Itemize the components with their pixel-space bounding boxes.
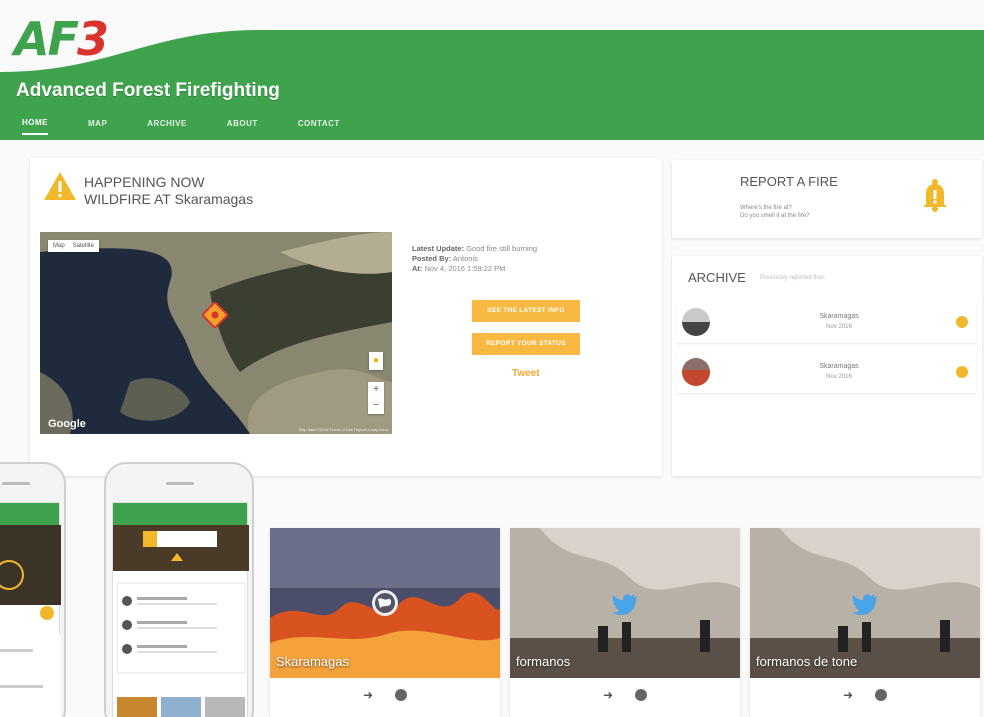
zoom-in-icon[interactable]: + [368,382,384,398]
phone-screen [112,502,249,717]
arrow-right-icon[interactable]: ➜ [363,688,373,702]
tile-label: Skaramagas [276,654,349,669]
phone-mockup-left [0,462,66,717]
archive-card: ARCHIVE Previously reported fires Skaram… [672,256,982,476]
latest-update-row: Latest Update: Good fire still burning [412,244,537,254]
nav-contact[interactable]: CONTACT [298,113,340,134]
posted-by-label: Posted By: [412,254,452,263]
nav-home[interactable]: HOME [22,112,48,135]
info-icon[interactable] [875,689,888,701]
tweet-link[interactable]: Tweet [512,368,540,379]
report-fire-title: REPORT A FIRE [740,174,838,189]
bell-icon[interactable] [920,178,950,214]
archive-thumbnail [682,308,710,336]
tile-actions: ➜ [270,688,500,702]
main-nav: HOME MAP ARCHIVE ABOUT CONTACT [22,110,380,136]
info-icon[interactable] [956,316,968,328]
phone-app-bar [113,503,247,525]
happening-now-card: HAPPENING NOW WILDFIRE AT Skaramagas Map… [30,158,662,476]
report-fire-sub2: Do you smell it at the fire? [740,213,810,219]
posted-by-row: Posted By: Antonis [412,254,537,264]
happening-now-line1: HAPPENING NOW [84,174,205,190]
happening-now-line2: WILDFIRE AT Skaramagas [84,191,254,207]
logo-af: AF [14,12,79,66]
street-view-icon[interactable]: ● [369,352,383,370]
latest-info-button[interactable]: See the latest info [472,300,580,322]
latest-update-label: Latest Update: [412,244,465,253]
twitter-icon [612,594,637,615]
info-icon[interactable] [956,366,968,378]
map-footer[interactable]: Map data ©2016 Terms of Use Report a map… [299,427,388,432]
phone-screen [0,502,61,717]
archive-item-text: Skaramagas Nov 2016 [774,362,904,382]
archive-thumb-image [682,308,710,336]
archive-thumbnail [682,358,710,386]
nav-about[interactable]: ABOUT [227,113,258,134]
posted-by-value: Antonis [452,254,478,263]
fire-location-icon[interactable] [202,302,228,328]
report-status-button[interactable]: Report your status [472,333,580,355]
media-tile[interactable]: formanos de tone ➜ [750,528,980,717]
phone-app-image [113,525,249,717]
zoom-out-icon[interactable]: − [368,398,384,414]
archive-item[interactable]: Skaramagas Nov 2016 [678,350,976,394]
header: AF3 Advanced Forest Firefighting HOME MA… [0,0,984,140]
map-type-toggle[interactable]: Map Satellite [48,240,100,252]
media-tile[interactable]: formanos ➜ [510,528,740,717]
phone-mockup-right [104,462,254,717]
info-icon[interactable] [635,689,648,701]
archive-item-place: Skaramagas [819,363,859,370]
archive-thumb-image [682,358,710,386]
report-fire-card[interactable]: REPORT A FIRE Where's the fire at? Do yo… [672,160,982,238]
tile-label: formanos [516,654,571,669]
tile-label: formanos de tone [756,654,858,669]
archive-subtitle: Previously reported fires [760,275,825,281]
map-toggle-satellite[interactable]: Satellite [73,243,94,249]
tile-actions: ➜ [750,688,980,702]
nav-archive[interactable]: ARCHIVE [147,113,187,134]
page: AF3 Advanced Forest Firefighting HOME MA… [0,0,984,717]
arrow-right-icon[interactable]: ➜ [603,688,613,702]
posted-at-value: Nov 4, 2016 1:59:22 PM [424,264,506,273]
site-title: Advanced Forest Firefighting [16,80,280,101]
archive-title: ARCHIVE [688,270,746,285]
info-icon[interactable] [395,689,408,701]
phone-speaker [2,482,30,485]
warning-icon [44,172,76,200]
latest-update-value: Good fire still burning [466,244,538,253]
phone-speaker [166,482,194,485]
phone-map-image [0,525,61,717]
update-info: Latest Update: Good fire still burning P… [412,244,537,274]
report-fire-sub1: Where's the fire at? [740,205,792,211]
logo[interactable]: AF3 [14,12,109,66]
map-toggle-map[interactable]: Map [53,243,65,249]
logo-3: 3 [77,12,109,66]
tile-actions: ➜ [510,688,740,702]
zoom-control: + − [368,382,384,414]
satellite-map-image [40,232,392,434]
phone-app-bar [0,503,59,525]
archive-item-text: Skaramagas Nov 2016 [774,312,904,332]
happening-now-text: HAPPENING NOW WILDFIRE AT Skaramagas [84,174,253,208]
posted-at-label: At: [412,264,423,273]
archive-item-place: Skaramagas [819,313,859,320]
google-logo: Google [48,418,86,430]
posted-at-row: At: Nov 4, 2016 1:59:22 PM [412,264,537,274]
report-fire-subtitle: Where's the fire at? Do you smell it at … [740,204,809,220]
fire-map[interactable]: Map Satellite ● + − Google Map data ©201… [40,232,392,434]
arrow-right-icon[interactable]: ➜ [843,688,853,702]
twitter-icon [852,594,877,615]
archive-item-date: Nov 2016 [826,374,852,380]
nav-map[interactable]: MAP [88,113,107,134]
globe-icon [372,590,398,616]
archive-item-date: Nov 2016 [826,324,852,330]
archive-item[interactable]: Skaramagas Nov 2016 [678,300,976,344]
media-tile[interactable]: Skaramagas ➜ [270,528,500,717]
